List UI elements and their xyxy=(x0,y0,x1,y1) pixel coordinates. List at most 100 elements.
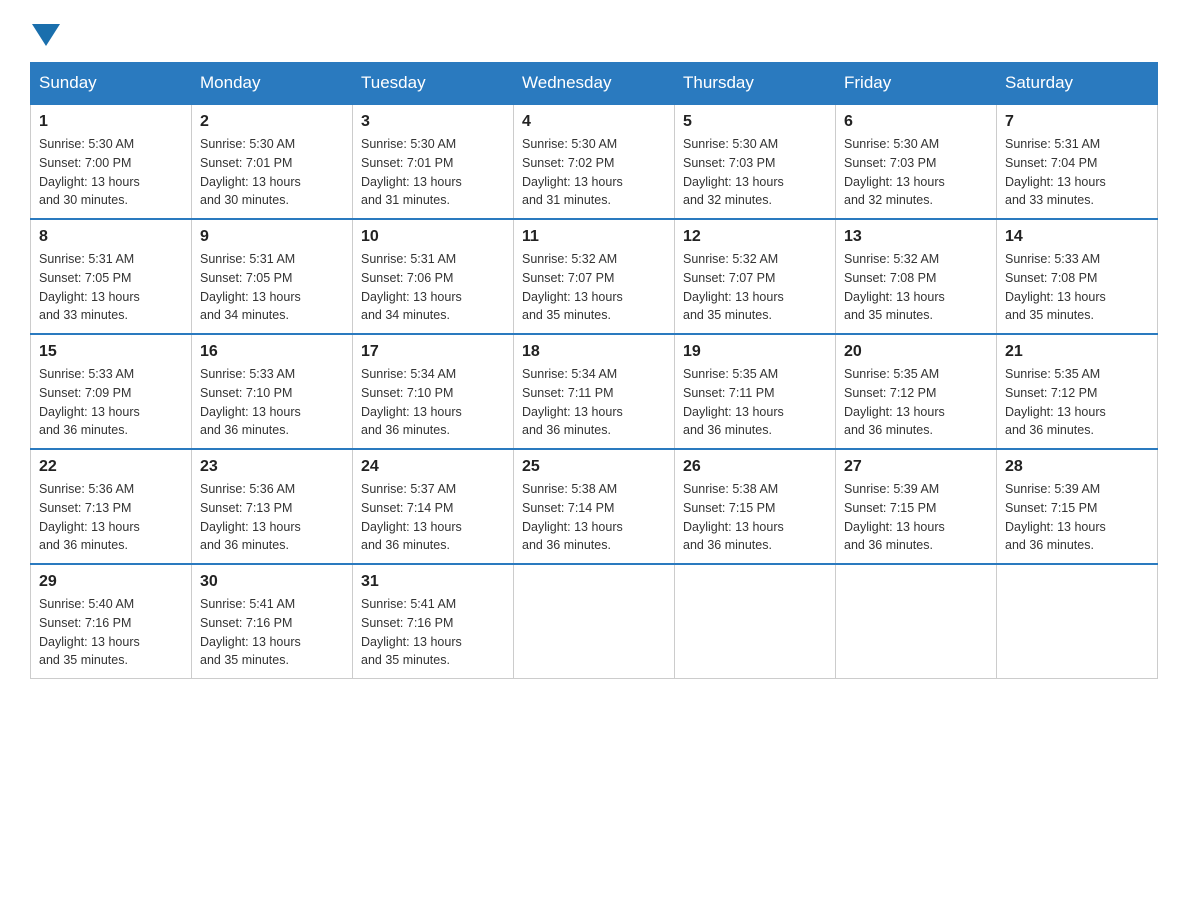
calendar-cell: 12 Sunrise: 5:32 AM Sunset: 7:07 PM Dayl… xyxy=(675,219,836,334)
day-info: Sunrise: 5:37 AM Sunset: 7:14 PM Dayligh… xyxy=(361,480,505,555)
calendar-table: SundayMondayTuesdayWednesdayThursdayFrid… xyxy=(30,62,1158,679)
calendar-cell: 11 Sunrise: 5:32 AM Sunset: 7:07 PM Dayl… xyxy=(514,219,675,334)
day-info: Sunrise: 5:30 AM Sunset: 7:00 PM Dayligh… xyxy=(39,135,183,210)
day-number: 26 xyxy=(683,458,827,476)
calendar-cell xyxy=(997,564,1158,679)
day-number: 18 xyxy=(522,343,666,361)
day-info: Sunrise: 5:35 AM Sunset: 7:12 PM Dayligh… xyxy=(844,365,988,440)
calendar-cell: 2 Sunrise: 5:30 AM Sunset: 7:01 PM Dayli… xyxy=(192,104,353,219)
calendar-week-row: 8 Sunrise: 5:31 AM Sunset: 7:05 PM Dayli… xyxy=(31,219,1158,334)
calendar-cell: 20 Sunrise: 5:35 AM Sunset: 7:12 PM Dayl… xyxy=(836,334,997,449)
calendar-week-row: 22 Sunrise: 5:36 AM Sunset: 7:13 PM Dayl… xyxy=(31,449,1158,564)
calendar-cell: 19 Sunrise: 5:35 AM Sunset: 7:11 PM Dayl… xyxy=(675,334,836,449)
calendar-cell: 28 Sunrise: 5:39 AM Sunset: 7:15 PM Dayl… xyxy=(997,449,1158,564)
day-info: Sunrise: 5:31 AM Sunset: 7:04 PM Dayligh… xyxy=(1005,135,1149,210)
day-info: Sunrise: 5:31 AM Sunset: 7:05 PM Dayligh… xyxy=(200,250,344,325)
calendar-cell: 9 Sunrise: 5:31 AM Sunset: 7:05 PM Dayli… xyxy=(192,219,353,334)
day-number: 17 xyxy=(361,343,505,361)
day-number: 11 xyxy=(522,228,666,246)
calendar-cell: 3 Sunrise: 5:30 AM Sunset: 7:01 PM Dayli… xyxy=(353,104,514,219)
day-info: Sunrise: 5:32 AM Sunset: 7:08 PM Dayligh… xyxy=(844,250,988,325)
calendar-cell: 26 Sunrise: 5:38 AM Sunset: 7:15 PM Dayl… xyxy=(675,449,836,564)
day-number: 27 xyxy=(844,458,988,476)
calendar-cell: 27 Sunrise: 5:39 AM Sunset: 7:15 PM Dayl… xyxy=(836,449,997,564)
day-number: 6 xyxy=(844,113,988,131)
day-number: 29 xyxy=(39,573,183,591)
day-number: 7 xyxy=(1005,113,1149,131)
calendar-cell: 30 Sunrise: 5:41 AM Sunset: 7:16 PM Dayl… xyxy=(192,564,353,679)
day-number: 4 xyxy=(522,113,666,131)
calendar-week-row: 15 Sunrise: 5:33 AM Sunset: 7:09 PM Dayl… xyxy=(31,334,1158,449)
calendar-cell: 14 Sunrise: 5:33 AM Sunset: 7:08 PM Dayl… xyxy=(997,219,1158,334)
logo xyxy=(30,20,62,42)
calendar-header-thursday: Thursday xyxy=(675,63,836,105)
day-number: 2 xyxy=(200,113,344,131)
calendar-cell: 6 Sunrise: 5:30 AM Sunset: 7:03 PM Dayli… xyxy=(836,104,997,219)
day-number: 28 xyxy=(1005,458,1149,476)
day-info: Sunrise: 5:34 AM Sunset: 7:10 PM Dayligh… xyxy=(361,365,505,440)
day-number: 30 xyxy=(200,573,344,591)
calendar-cell: 5 Sunrise: 5:30 AM Sunset: 7:03 PM Dayli… xyxy=(675,104,836,219)
calendar-cell: 7 Sunrise: 5:31 AM Sunset: 7:04 PM Dayli… xyxy=(997,104,1158,219)
day-info: Sunrise: 5:36 AM Sunset: 7:13 PM Dayligh… xyxy=(39,480,183,555)
day-number: 25 xyxy=(522,458,666,476)
day-number: 19 xyxy=(683,343,827,361)
day-number: 3 xyxy=(361,113,505,131)
day-number: 16 xyxy=(200,343,344,361)
day-number: 24 xyxy=(361,458,505,476)
day-number: 13 xyxy=(844,228,988,246)
day-info: Sunrise: 5:33 AM Sunset: 7:08 PM Dayligh… xyxy=(1005,250,1149,325)
day-info: Sunrise: 5:38 AM Sunset: 7:14 PM Dayligh… xyxy=(522,480,666,555)
day-info: Sunrise: 5:30 AM Sunset: 7:01 PM Dayligh… xyxy=(200,135,344,210)
logo-triangle-icon xyxy=(32,24,60,46)
day-number: 21 xyxy=(1005,343,1149,361)
day-number: 12 xyxy=(683,228,827,246)
day-info: Sunrise: 5:39 AM Sunset: 7:15 PM Dayligh… xyxy=(1005,480,1149,555)
day-info: Sunrise: 5:36 AM Sunset: 7:13 PM Dayligh… xyxy=(200,480,344,555)
day-number: 20 xyxy=(844,343,988,361)
day-info: Sunrise: 5:33 AM Sunset: 7:09 PM Dayligh… xyxy=(39,365,183,440)
day-number: 5 xyxy=(683,113,827,131)
calendar-week-row: 29 Sunrise: 5:40 AM Sunset: 7:16 PM Dayl… xyxy=(31,564,1158,679)
calendar-cell: 23 Sunrise: 5:36 AM Sunset: 7:13 PM Dayl… xyxy=(192,449,353,564)
calendar-cell xyxy=(514,564,675,679)
day-info: Sunrise: 5:30 AM Sunset: 7:03 PM Dayligh… xyxy=(844,135,988,210)
day-info: Sunrise: 5:41 AM Sunset: 7:16 PM Dayligh… xyxy=(200,595,344,670)
day-number: 31 xyxy=(361,573,505,591)
calendar-cell: 4 Sunrise: 5:30 AM Sunset: 7:02 PM Dayli… xyxy=(514,104,675,219)
day-info: Sunrise: 5:35 AM Sunset: 7:11 PM Dayligh… xyxy=(683,365,827,440)
calendar-cell: 10 Sunrise: 5:31 AM Sunset: 7:06 PM Dayl… xyxy=(353,219,514,334)
calendar-cell: 24 Sunrise: 5:37 AM Sunset: 7:14 PM Dayl… xyxy=(353,449,514,564)
day-info: Sunrise: 5:39 AM Sunset: 7:15 PM Dayligh… xyxy=(844,480,988,555)
calendar-header-friday: Friday xyxy=(836,63,997,105)
day-number: 23 xyxy=(200,458,344,476)
calendar-cell: 22 Sunrise: 5:36 AM Sunset: 7:13 PM Dayl… xyxy=(31,449,192,564)
calendar-cell: 1 Sunrise: 5:30 AM Sunset: 7:00 PM Dayli… xyxy=(31,104,192,219)
calendar-header-sunday: Sunday xyxy=(31,63,192,105)
day-number: 15 xyxy=(39,343,183,361)
day-number: 1 xyxy=(39,113,183,131)
calendar-cell: 13 Sunrise: 5:32 AM Sunset: 7:08 PM Dayl… xyxy=(836,219,997,334)
day-info: Sunrise: 5:38 AM Sunset: 7:15 PM Dayligh… xyxy=(683,480,827,555)
day-info: Sunrise: 5:31 AM Sunset: 7:05 PM Dayligh… xyxy=(39,250,183,325)
calendar-cell: 21 Sunrise: 5:35 AM Sunset: 7:12 PM Dayl… xyxy=(997,334,1158,449)
day-info: Sunrise: 5:35 AM Sunset: 7:12 PM Dayligh… xyxy=(1005,365,1149,440)
day-number: 22 xyxy=(39,458,183,476)
calendar-cell xyxy=(836,564,997,679)
calendar-cell xyxy=(675,564,836,679)
calendar-header-row: SundayMondayTuesdayWednesdayThursdayFrid… xyxy=(31,63,1158,105)
calendar-cell: 17 Sunrise: 5:34 AM Sunset: 7:10 PM Dayl… xyxy=(353,334,514,449)
day-info: Sunrise: 5:30 AM Sunset: 7:01 PM Dayligh… xyxy=(361,135,505,210)
day-number: 10 xyxy=(361,228,505,246)
day-info: Sunrise: 5:31 AM Sunset: 7:06 PM Dayligh… xyxy=(361,250,505,325)
calendar-cell: 8 Sunrise: 5:31 AM Sunset: 7:05 PM Dayli… xyxy=(31,219,192,334)
calendar-header-monday: Monday xyxy=(192,63,353,105)
page-header xyxy=(30,20,1158,42)
calendar-header-tuesday: Tuesday xyxy=(353,63,514,105)
day-number: 9 xyxy=(200,228,344,246)
calendar-header-wednesday: Wednesday xyxy=(514,63,675,105)
calendar-cell: 18 Sunrise: 5:34 AM Sunset: 7:11 PM Dayl… xyxy=(514,334,675,449)
day-info: Sunrise: 5:32 AM Sunset: 7:07 PM Dayligh… xyxy=(683,250,827,325)
calendar-cell: 15 Sunrise: 5:33 AM Sunset: 7:09 PM Dayl… xyxy=(31,334,192,449)
day-info: Sunrise: 5:30 AM Sunset: 7:03 PM Dayligh… xyxy=(683,135,827,210)
